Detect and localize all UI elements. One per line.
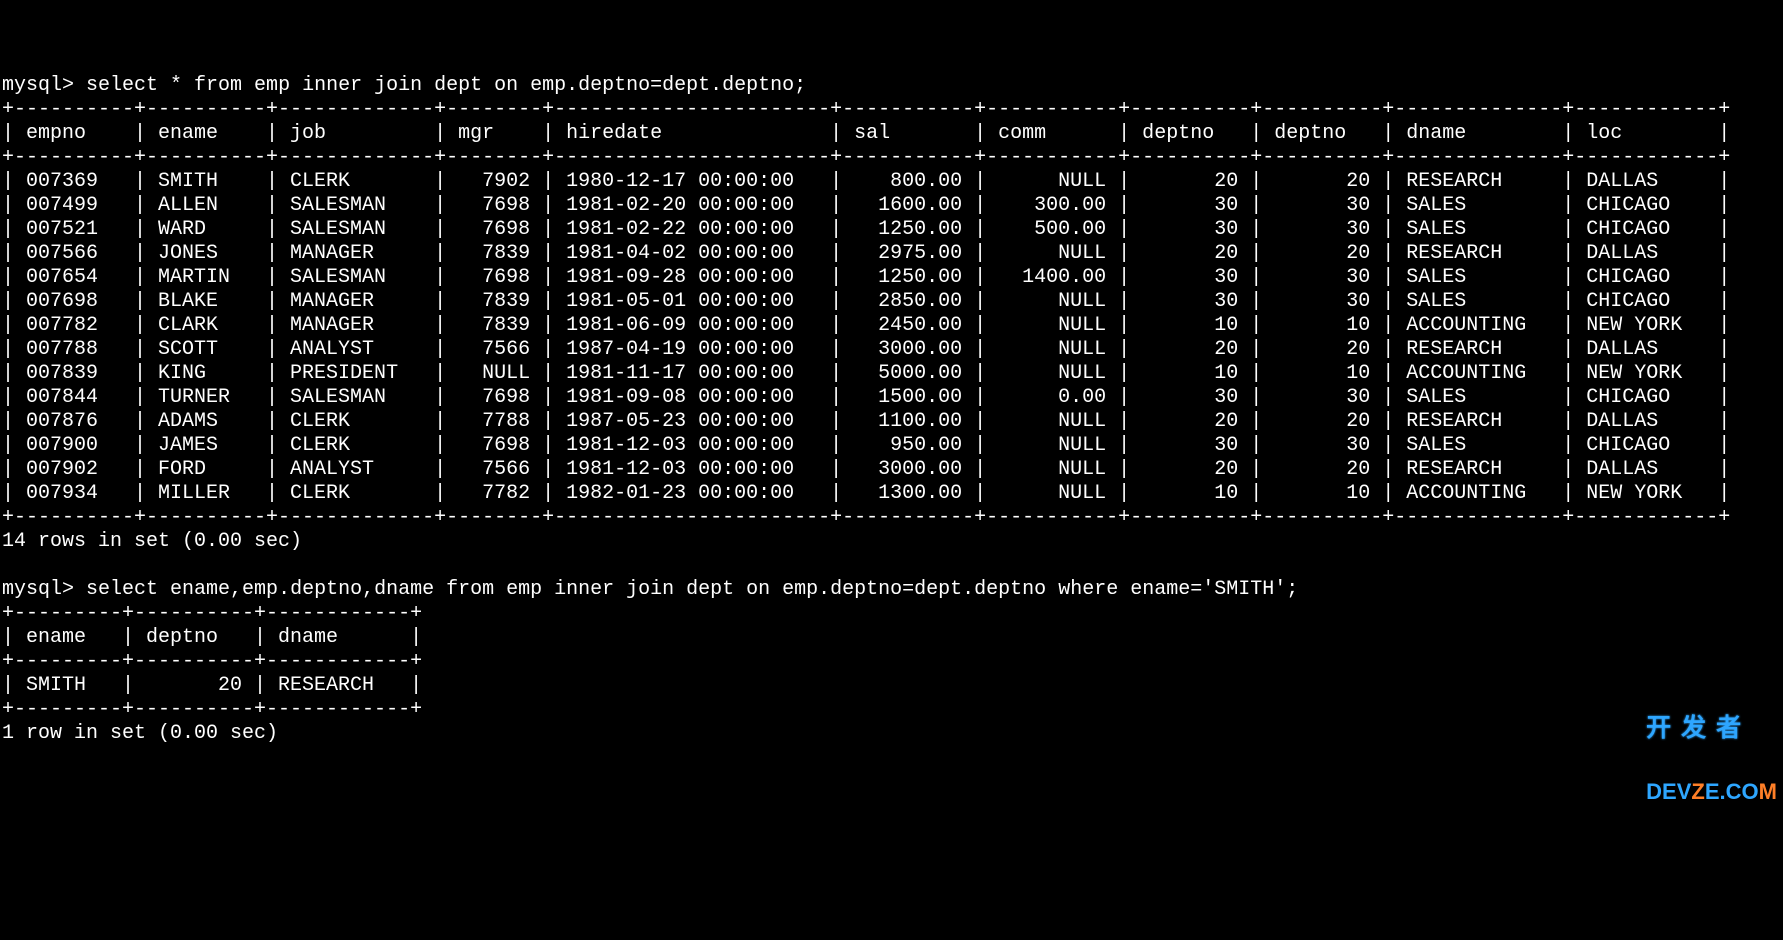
watermark-line2: DEVZE.COM [1646, 781, 1777, 803]
table1-row: | 007499 | ALLEN | SALESMAN | 7698 | 198… [2, 194, 1730, 217]
table1-row: | 007654 | MARTIN | SALESMAN | 7698 | 19… [2, 266, 1730, 289]
table2-border-bot: +---------+----------+------------+ [2, 698, 422, 721]
table1-row: | 007521 | WARD | SALESMAN | 7698 | 1981… [2, 218, 1730, 241]
table1-row: | 007788 | SCOTT | ANALYST | 7566 | 1987… [2, 338, 1730, 361]
table2-border-mid: +---------+----------+------------+ [2, 650, 422, 673]
table2-border-top: +---------+----------+------------+ [2, 602, 422, 625]
sql-query-2: select ename,emp.deptno,dname from emp i… [86, 578, 1298, 601]
table1-row: | 007876 | ADAMS | CLERK | 7788 | 1987-0… [2, 410, 1730, 433]
mysql-prompt: mysql> [2, 578, 74, 601]
table1-row: | 007844 | TURNER | SALESMAN | 7698 | 19… [2, 386, 1730, 409]
table2-header-row: | ename | deptno | dname | [2, 626, 422, 649]
table1-row: | 007902 | FORD | ANALYST | 7566 | 1981-… [2, 458, 1730, 481]
table1-row: | 007369 | SMITH | CLERK | 7902 | 1980-1… [2, 170, 1730, 193]
prompt-line-2[interactable]: mysql> select ename,emp.deptno,dname fro… [2, 578, 1298, 601]
table1-row: | 007900 | JAMES | CLERK | 7698 | 1981-1… [2, 434, 1730, 457]
table1-row: | 007934 | MILLER | CLERK | 7782 | 1982-… [2, 482, 1730, 505]
table1-row: | 007839 | KING | PRESIDENT | NULL | 198… [2, 362, 1730, 385]
table1-row: | 007566 | JONES | MANAGER | 7839 | 1981… [2, 242, 1730, 265]
mysql-prompt: mysql> [2, 74, 74, 97]
table2-row: | SMITH | 20 | RESEARCH | [2, 674, 422, 697]
table1-border-top: +----------+----------+-------------+---… [2, 98, 1730, 121]
table1-border-mid: +----------+----------+-------------+---… [2, 146, 1730, 169]
terminal-output: mysql> select * from emp inner join dept… [0, 48, 1783, 748]
table1-header-row: | empno | ename | job | mgr | hiredate |… [2, 122, 1730, 145]
table2-status: 1 row in set (0.00 sec) [2, 722, 278, 745]
prompt-line-1[interactable]: mysql> select * from emp inner join dept… [2, 74, 806, 97]
table1-row: | 007698 | BLAKE | MANAGER | 7839 | 1981… [2, 290, 1730, 313]
table1-border-bot: +----------+----------+-------------+---… [2, 506, 1730, 529]
table1-status: 14 rows in set (0.00 sec) [2, 530, 302, 553]
table1-row: | 007782 | CLARK | MANAGER | 7839 | 1981… [2, 314, 1730, 337]
sql-query-1: select * from emp inner join dept on emp… [86, 74, 806, 97]
